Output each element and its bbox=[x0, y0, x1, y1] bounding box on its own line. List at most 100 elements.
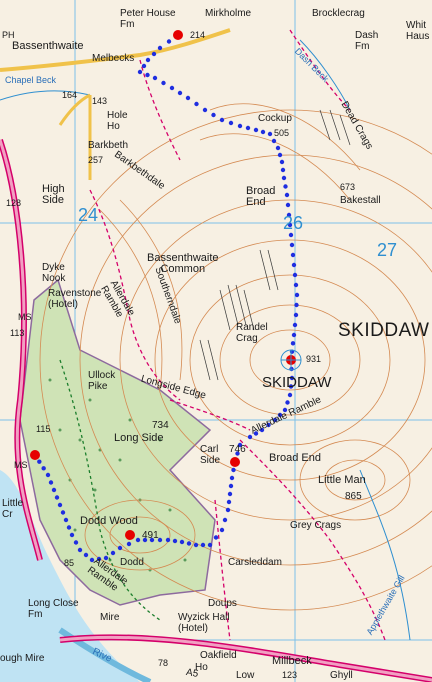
label-ough-mire: ough Mire bbox=[0, 653, 45, 664]
route-dot bbox=[207, 542, 213, 548]
route-dot bbox=[126, 541, 132, 547]
label-mirehouse: Mire bbox=[100, 612, 120, 623]
route-dot bbox=[213, 535, 219, 540]
route-dot bbox=[161, 80, 166, 86]
route-dot bbox=[60, 510, 66, 515]
label-melbecks: Melbecks bbox=[92, 53, 135, 64]
route-dot bbox=[279, 159, 285, 165]
route-dot bbox=[117, 545, 123, 551]
height-115: 115 bbox=[36, 424, 51, 434]
height-128: 128 bbox=[6, 198, 22, 208]
grid-27: 27 bbox=[377, 240, 398, 260]
height-673: 673 bbox=[340, 182, 356, 192]
route-dot bbox=[145, 72, 150, 78]
map-canvas: Peter House Fm Mirkholme Brocklecrag Whi… bbox=[0, 0, 432, 682]
route-dot bbox=[219, 527, 225, 533]
route-dot bbox=[177, 90, 183, 96]
route-dot bbox=[169, 85, 175, 91]
height-865: 865 bbox=[345, 491, 362, 502]
route-dot bbox=[228, 120, 234, 126]
height-164: 164 bbox=[62, 90, 78, 100]
route-dot bbox=[290, 252, 296, 258]
label-ravenstone-hotel: Ravenstone (Hotel) bbox=[48, 288, 102, 310]
label-hole-ho: Hole Ho bbox=[107, 110, 128, 132]
height-214: 214 bbox=[190, 30, 206, 40]
label-brocklecrag: Brocklecrag bbox=[312, 8, 365, 19]
label-wyzick-hall: Wyzick Hall (Hotel) bbox=[178, 612, 230, 634]
route-dot bbox=[152, 75, 158, 81]
waypoint-start-west bbox=[30, 450, 40, 460]
label-high-side: High Side bbox=[42, 183, 65, 206]
route-dot bbox=[228, 483, 234, 489]
route-dot bbox=[225, 507, 231, 513]
label-carl-side: Carl Side bbox=[200, 444, 221, 466]
route-dot bbox=[135, 537, 141, 543]
label-grey-crags: Grey Crags bbox=[290, 520, 342, 531]
label-ghyll: Ghyll bbox=[330, 670, 353, 681]
route-dot bbox=[57, 502, 63, 508]
height-257: 257 bbox=[88, 155, 104, 165]
route-dot bbox=[226, 499, 232, 505]
grid-26: 26 bbox=[283, 213, 304, 233]
height-505: 505 bbox=[274, 128, 290, 138]
route-dot bbox=[247, 434, 253, 440]
label-dash-fm: Dash Fm bbox=[355, 30, 379, 52]
route-dot bbox=[293, 282, 299, 288]
route-dot bbox=[145, 57, 151, 63]
label-broad-end-south: Broad End bbox=[269, 452, 321, 464]
label-dodd: Dodd bbox=[120, 557, 144, 568]
label-skiddaw-summit: SKIDDAW bbox=[262, 374, 332, 391]
waypoint-carl-side bbox=[230, 457, 240, 467]
route-dot bbox=[294, 292, 300, 298]
label-bakestall: Bakestall bbox=[340, 195, 381, 206]
route-dot bbox=[280, 167, 286, 173]
route-dot bbox=[291, 332, 297, 338]
route-dot bbox=[48, 480, 54, 485]
height-143: 143 bbox=[92, 96, 108, 106]
label-dodd-wood: Dodd Wood bbox=[80, 515, 138, 527]
route-dot bbox=[166, 39, 172, 44]
route-dot bbox=[141, 63, 147, 69]
route-dot bbox=[283, 184, 288, 189]
route-dot bbox=[193, 542, 199, 548]
label-mirkholme: Mirkholme bbox=[205, 8, 252, 19]
waypoint-peter-house bbox=[173, 30, 183, 40]
route-dot bbox=[289, 242, 295, 248]
route-dot bbox=[294, 302, 299, 308]
route-dot bbox=[137, 69, 143, 75]
route-dot bbox=[245, 125, 251, 131]
label-low: Low bbox=[236, 670, 255, 681]
route-dot bbox=[285, 202, 291, 208]
route-dot bbox=[227, 491, 233, 497]
route-dot bbox=[51, 487, 57, 493]
label-skiddaw-area: SKIDDAW bbox=[338, 320, 430, 341]
route-dot bbox=[284, 192, 290, 198]
label-ullock-pike: Ullock Pike bbox=[88, 370, 116, 392]
label-peter-house-fm: Peter House Fm bbox=[120, 8, 176, 30]
route-dot bbox=[77, 547, 83, 553]
route-dot bbox=[271, 138, 277, 144]
route-dot bbox=[66, 525, 72, 530]
height-85: 85 bbox=[64, 558, 75, 568]
label-little-man: Little Man bbox=[318, 474, 366, 486]
label-doups: Doups bbox=[208, 598, 237, 609]
label-broad-end-north: Broad End bbox=[246, 185, 276, 208]
route-dot bbox=[211, 112, 216, 118]
route-dot bbox=[165, 537, 171, 543]
route-dot bbox=[83, 552, 89, 558]
height-78: 78 bbox=[158, 658, 169, 668]
route-dot bbox=[231, 467, 236, 473]
route-dot bbox=[253, 127, 259, 133]
route-dot bbox=[69, 532, 75, 538]
label-ph: PH bbox=[2, 30, 15, 40]
route-dot bbox=[222, 517, 228, 523]
route-dot bbox=[285, 400, 290, 405]
route-dot bbox=[291, 262, 297, 268]
height-746: 746 bbox=[229, 444, 246, 455]
label-carsleddam: Carsleddam bbox=[228, 557, 282, 568]
route-dot bbox=[260, 129, 266, 135]
route-dot bbox=[293, 312, 299, 318]
route-dot bbox=[179, 539, 185, 545]
route-dot bbox=[194, 101, 199, 107]
route-dot bbox=[229, 475, 235, 481]
